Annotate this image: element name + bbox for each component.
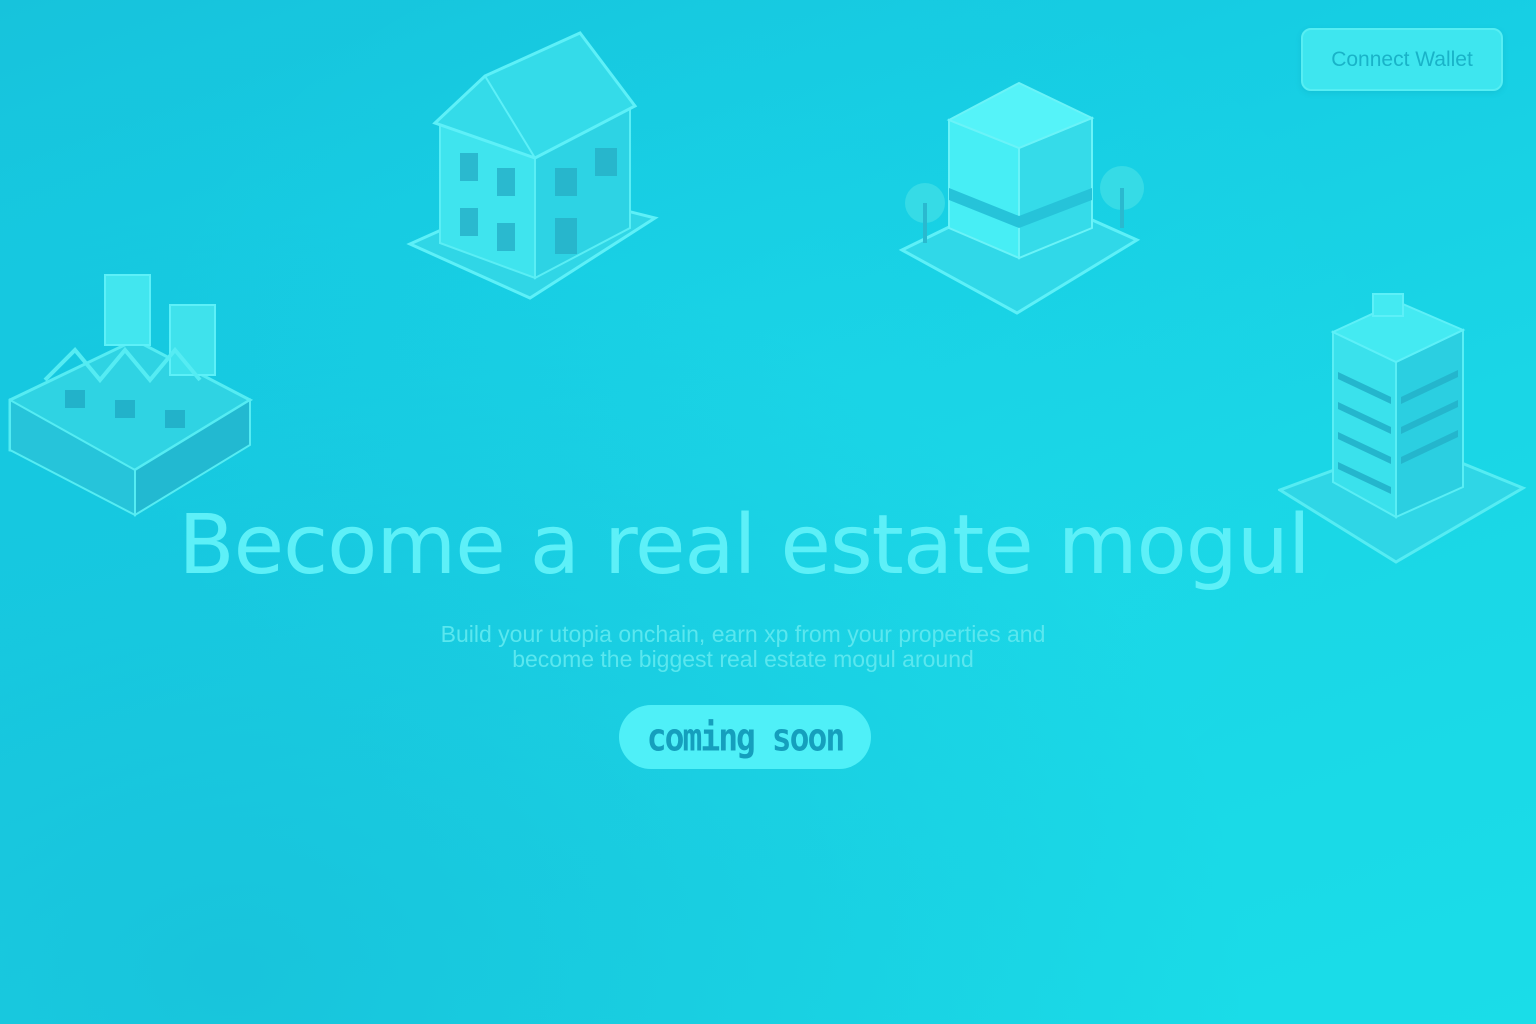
landing-page: Connect Wallet Become a real estate mogu… — [0, 0, 1536, 1024]
hero-subtitle-line-1: Build your utopia onchain, earn xp from … — [440, 621, 1046, 647]
coming-soon-label: coming soon — [646, 714, 846, 760]
shop-illustration — [898, 81, 1144, 315]
factory-illustration — [8, 274, 254, 517]
hero-subtitle-line-2: become the biggest real estate mogul aro… — [512, 646, 974, 672]
coming-soon-button[interactable]: coming soon — [619, 705, 871, 769]
house-illustration — [406, 31, 659, 300]
connect-wallet-button[interactable]: Connect Wallet — [1301, 28, 1503, 91]
hero-headline: Become a real estate mogul — [178, 498, 1310, 593]
hero-subtitle: Build your utopia onchain, earn xp from … — [368, 622, 1118, 672]
